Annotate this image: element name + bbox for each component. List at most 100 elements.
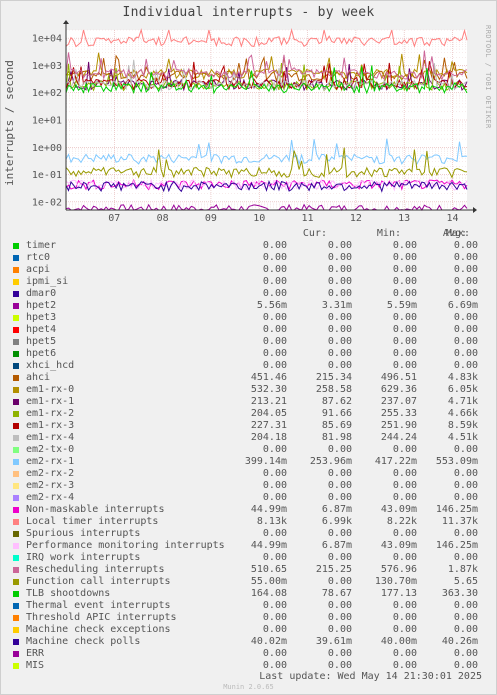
legend-cur-value: 399.14m	[244, 456, 287, 467]
legend-min-value: 0.00	[327, 576, 352, 587]
legend-cur-value: 0.00	[262, 252, 287, 263]
legend-swatch	[13, 639, 19, 645]
legend-max-value: 0.00	[453, 648, 478, 659]
legend-series-name: Rescheduling interrupts	[26, 564, 165, 575]
legend-swatch	[13, 495, 19, 501]
legend-min-value: 215.25	[315, 564, 352, 575]
legend-row: timer 0.00 0.00 0.00 0.00	[0, 240, 497, 252]
legend-series-name: TLB shootdowns	[26, 588, 111, 599]
legend-series-name: em1-rx-2	[26, 408, 75, 419]
legend-row: em1-rx-3 227.31 85.69 251.90 8.59k	[0, 420, 497, 432]
x-tick-label: 13	[398, 213, 410, 224]
legend-max-value: 363.30	[441, 588, 478, 599]
legend-series-name: em2-rx-4	[26, 492, 75, 503]
legend-cur-value: 0.00	[262, 528, 287, 539]
legend-max-value: 0.00	[453, 264, 478, 275]
legend-series-name: hpet5	[26, 336, 57, 347]
legend-row: Thermal event interrupts 0.00 0.00 0.00 0.00	[0, 600, 497, 612]
legend-row: hpet5 0.00 0.00 0.00 0.00	[0, 336, 497, 348]
legend-avg-value: 0.00	[392, 444, 417, 455]
legend-max-value: 4.66k	[447, 408, 478, 419]
legend-max-value: 0.00	[453, 612, 478, 623]
y-tick-label: 1e+01	[32, 116, 62, 127]
legend-avg-value: 0.00	[392, 648, 417, 659]
legend-swatch	[13, 411, 19, 417]
y-tick-label: 1e+02	[32, 88, 62, 99]
legend-series-name: Threshold APIC interrupts	[26, 612, 177, 623]
legend-max-value: 0.00	[453, 312, 478, 323]
legend-swatch	[13, 375, 19, 381]
legend-min-value: 215.34	[315, 372, 352, 383]
legend-swatch	[13, 459, 19, 465]
legend-min-value: 0.00	[327, 624, 352, 635]
legend-swatch	[13, 483, 19, 489]
legend-max-value: 11.37k	[441, 516, 478, 527]
legend-avg-value: 43.09m	[380, 504, 417, 515]
legend-header-cur: Cur:	[302, 228, 327, 239]
legend-min-value: 0.00	[327, 444, 352, 455]
legend-series-name: Function call interrupts	[26, 576, 171, 587]
legend-max-value: 5.65	[453, 576, 478, 587]
legend-row: em2-tx-0 0.00 0.00 0.00 0.00	[0, 444, 497, 456]
legend-avg-value: 40.00m	[380, 636, 417, 647]
legend-avg-value: 8.22k	[386, 516, 417, 527]
legend-min-value: 78.67	[321, 588, 352, 599]
legend-avg-value: 0.00	[392, 624, 417, 635]
legend-avg-value: 130.70m	[374, 576, 417, 587]
legend-avg-value: 0.00	[392, 600, 417, 611]
legend-cur-value: 213.21	[250, 396, 287, 407]
legend-swatch	[13, 579, 19, 585]
legend-series-name: em1-rx-1	[26, 396, 75, 407]
legend-cur-value: 0.00	[262, 624, 287, 635]
legend-cur-value: 44.99m	[250, 540, 287, 551]
legend-avg-value: 237.07	[380, 396, 417, 407]
legend-avg-value: 0.00	[392, 312, 417, 323]
legend-cur-value: 40.02m	[250, 636, 287, 647]
legend-series-name: em2-rx-1	[26, 456, 75, 467]
legend-min-value: 91.66	[321, 408, 352, 419]
legend-cur-value: 0.00	[262, 552, 287, 563]
legend-row: IRQ work interrupts 0.00 0.00 0.00 0.00	[0, 552, 497, 564]
legend-row: acpi 0.00 0.00 0.00 0.00	[0, 264, 497, 276]
legend-cur-value: 0.00	[262, 324, 287, 335]
legend-min-value: 0.00	[327, 288, 352, 299]
legend-series-name: em1-rx-0	[26, 384, 75, 395]
legend-min-value: 258.58	[315, 384, 352, 395]
legend-cur-value: 55.00m	[250, 576, 287, 587]
legend-min-value: 85.69	[321, 420, 352, 431]
legend-min-value: 0.00	[327, 528, 352, 539]
legend-row: Performance monitoring interrupts 44.99m 6…	[0, 540, 497, 552]
legend-max-value: 553.09m	[435, 456, 478, 467]
legend-min-value: 0.00	[327, 360, 352, 371]
legend-row: hpet4 0.00 0.00 0.00 0.00	[0, 324, 497, 336]
last-update: Last update: Wed May 14 21:30:01 2025	[259, 671, 482, 682]
legend-cur-value: 0.00	[262, 360, 287, 371]
legend-cur-value: 0.00	[262, 468, 287, 479]
legend-max-value: 0.00	[453, 468, 478, 479]
legend-row: Local timer interrupts 8.13k 6.99k 8.22k 11.…	[0, 516, 497, 528]
legend-cur-value: 44.99m	[250, 504, 287, 515]
legend-cur-value: 532.30	[250, 384, 287, 395]
legend-row: em2-rx-3 0.00 0.00 0.00 0.00	[0, 480, 497, 492]
legend-min-value: 39.61m	[315, 636, 352, 647]
legend-series-name: Performance monitoring interrupts	[26, 540, 225, 551]
legend-series-name: em1-rx-4	[26, 432, 75, 443]
legend-series-name: hpet2	[26, 300, 57, 311]
legend-swatch	[13, 543, 19, 549]
legend-swatch	[13, 471, 19, 477]
legend-cur-value: 510.65	[250, 564, 287, 575]
legend-cur-value: 0.00	[262, 288, 287, 299]
legend-swatch	[13, 303, 19, 309]
legend-series-name: Local timer interrupts	[26, 516, 159, 527]
x-tick-label: 09	[205, 213, 217, 224]
legend-swatch	[13, 255, 19, 261]
legend-avg-value: 251.90	[380, 420, 417, 431]
legend-avg-value: 0.00	[392, 492, 417, 503]
plot-area: 1e-02 1e-01 1e+00 1e+01 1e+02 1e+03 1e+04 07 08 0…	[32, 20, 477, 224]
legend-max-value: 6.05k	[447, 384, 478, 395]
legend-row: em1-rx-4 204.18 81.98 244.24 4.51k	[0, 432, 497, 444]
legend-cur-value: 0.00	[262, 600, 287, 611]
legend-series-name: xhci_hcd	[26, 360, 75, 371]
legend-cur-value: 0.00	[262, 240, 287, 251]
legend-series-name: em2-rx-2	[26, 468, 75, 479]
